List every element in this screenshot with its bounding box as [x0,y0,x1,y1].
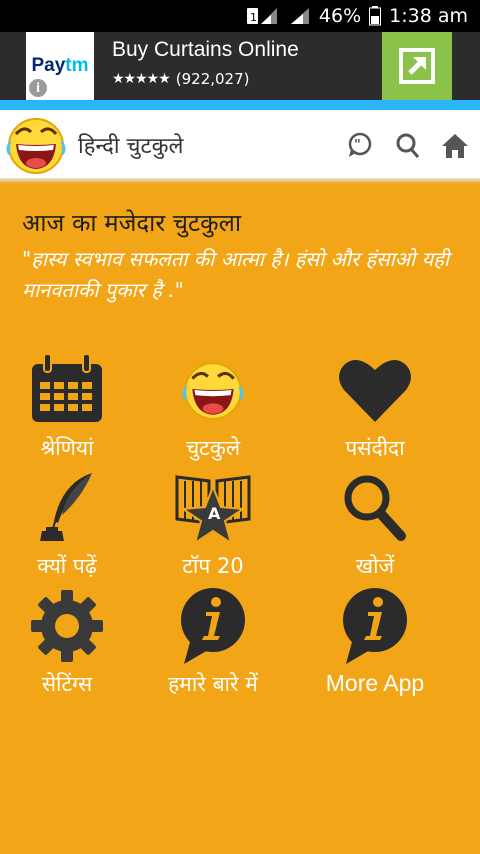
battery-percent: 46% [318,5,362,27]
menu-more-app-label: More App [325,670,425,696]
magnifier-icon [300,466,450,550]
ad-rating: ★★★★★ (922,027) [112,70,250,88]
menu-why-read-label: क्यों पढ़ें [37,554,97,578]
clock: 1:38 am [389,5,468,27]
joke-of-day-heading: आज का मजेदार चुटकुला [22,209,242,237]
menu-search[interactable]: खोजें [300,466,450,586]
ad-banner[interactable]: Pay tm i Buy Curtains Online ★★★★★ (922,0… [0,32,480,100]
menu-why-read[interactable]: क्यों पढ़ें [0,466,142,586]
app-bar-shadow [0,178,480,184]
app-title: हिन्दी चुटकुले [78,134,184,159]
external-link-icon [399,48,435,84]
menu-favorites-label: पसंदीदा [345,436,405,460]
gear-icon [0,584,142,668]
app-logo-icon [4,114,68,180]
signal-icon-2 [289,6,311,26]
info-bubble-icon [138,584,288,668]
signal-icon: 1 [246,6,281,26]
menu-categories[interactable]: श्रेणियां [0,348,142,468]
menu-more-app[interactable]: More App [300,584,450,704]
menu-search-label: खोजें [355,554,395,578]
laughing-face-icon [138,348,288,432]
status-bar: 1 46% 1:38 am [0,0,480,32]
info-bubble-icon [300,584,450,668]
ad-rating-count: (922,027) [175,70,250,88]
quill-inkpot-icon [0,466,142,550]
app-bar: हिन्दी चुटकुले " [0,110,480,178]
menu-about-us-label: हमारे बारे में [168,672,258,696]
speech-bubble-icon[interactable]: " [346,132,374,162]
svg-text:": " [354,138,361,153]
menu-top20-label: टॉप 20 [182,554,244,578]
svg-text:1: 1 [250,11,257,24]
joke-of-day-text: "हास्य स्वभाव सफलता की आत्मा है। हंसो और… [22,247,450,302]
menu-categories-label: श्रेणियां [40,436,94,460]
menu-jokes-label: चुटकुले [185,436,241,460]
menu-settings-label: सेटिंग्स [41,672,93,696]
heart-icon [300,348,450,432]
ad-open-button[interactable] [382,32,452,100]
home-icon[interactable] [440,132,470,164]
menu-top20[interactable]: A टॉप 20 [138,466,288,586]
star-book-icon: A [138,466,288,550]
menu-favorites[interactable]: पसंदीदा [300,348,450,468]
menu-about-us[interactable]: हमारे बारे में [138,584,288,704]
search-icon[interactable] [394,132,422,164]
ad-info-icon[interactable]: i [29,79,47,97]
rating-stars-icon: ★★★★★ [112,71,171,87]
menu-jokes[interactable]: चुटकुले [138,348,288,468]
menu-settings[interactable]: सेटिंग्स [0,584,142,704]
svg-text:A: A [208,504,221,523]
ad-title: Buy Curtains Online [112,38,299,61]
calendar-icon [0,348,142,432]
battery-icon [369,6,382,26]
accent-line [0,100,480,110]
